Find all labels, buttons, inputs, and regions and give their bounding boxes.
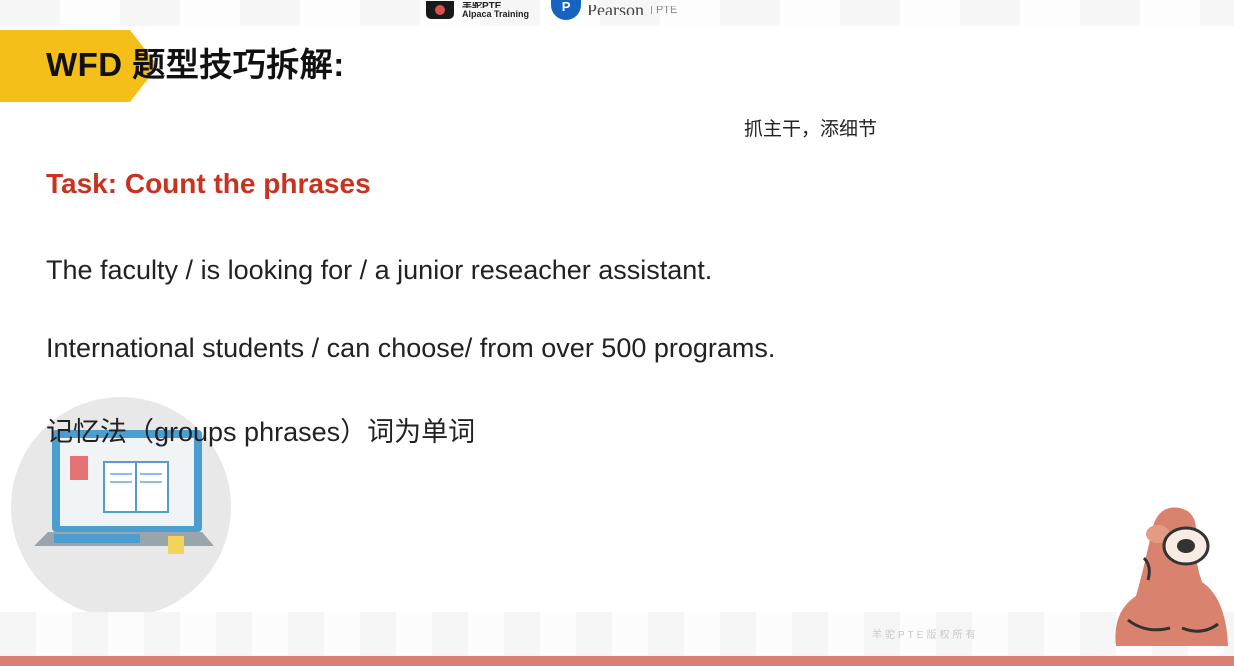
pearson-logo: P Pearson | PTE xyxy=(551,0,677,20)
mascot-character xyxy=(1115,507,1228,646)
watermark-text: 羊驼PTE版权所有 xyxy=(872,630,979,641)
memory-method-line: 记忆法（groups phrases）词为单词 xyxy=(46,417,476,447)
pearson-p-icon: P xyxy=(551,0,582,20)
bottom-background-texture xyxy=(0,612,1234,656)
alpaca-training-logo: 羊驼PTE Alpaca Training xyxy=(426,1,529,19)
header-logos: 羊驼PTE Alpaca Training P Pearson | PTE xyxy=(426,0,677,20)
pearson-logo-text: Pearson xyxy=(587,5,645,15)
slide-title: WFD 题型技巧拆解: xyxy=(46,46,345,83)
example-sentence-2: International students / can choose/ fro… xyxy=(46,333,776,363)
pearson-logo-sub: | PTE xyxy=(650,6,678,14)
alpaca-logo-cn: 羊驼PTE xyxy=(462,1,502,8)
task-heading: Task: Count the phrases xyxy=(46,168,371,199)
alpaca-logo-en: Alpaca Training xyxy=(462,8,530,19)
bottom-accent-strip xyxy=(0,656,1234,666)
alpaca-logo-icon xyxy=(426,1,454,19)
example-sentence-1: The faculty / is looking for / a junior … xyxy=(46,255,713,285)
slide-tip: 抓主干，添细节 xyxy=(744,119,878,140)
